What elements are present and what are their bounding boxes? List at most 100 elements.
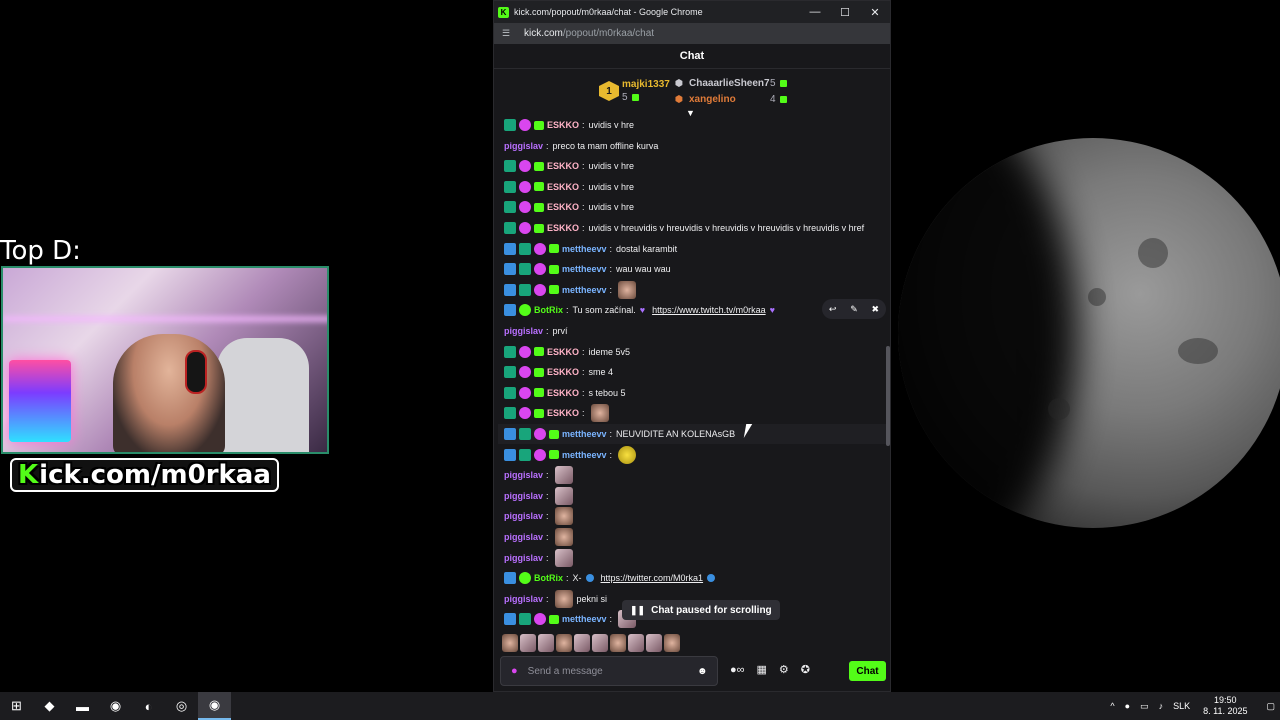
chat-username[interactable]: ESKKO — [547, 223, 579, 233]
file-explorer-icon[interactable]: ▬ — [66, 692, 99, 720]
emote-image[interactable] — [554, 486, 573, 505]
expand-leaderboard-icon[interactable]: ▼ — [686, 108, 695, 118]
chat-input-box[interactable]: ● ☻ — [500, 656, 718, 686]
kick-coins-icon[interactable]: ●∞ — [730, 664, 745, 676]
chat-message[interactable]: piggislav: — [504, 527, 573, 547]
leader-second-name[interactable]: ChaaarlieSheen7 — [689, 78, 770, 89]
chat-message[interactable]: ESKKO: uvidis v hre — [504, 197, 634, 217]
chat-username[interactable]: piggislav — [504, 491, 543, 501]
chat-message-list[interactable]: ESKKO: uvidis v hre piggislav: preco ta mam… — [494, 119, 890, 631]
chat-scrollbar[interactable] — [886, 346, 890, 446]
chat-message[interactable]: ESKKO: uvidis v hreuvidis v hreuvidis v h… — [504, 218, 864, 238]
chat-message[interactable]: mettheevv: — [504, 280, 637, 300]
recent-emote[interactable] — [538, 634, 554, 652]
obs-icon[interactable]: ◎ — [165, 692, 198, 720]
chat-message[interactable]: mettheevv: — [504, 445, 637, 465]
giveaway-icon[interactable]: ✪ — [801, 663, 810, 676]
chat-username[interactable]: ESKKO — [547, 202, 579, 212]
steam-icon[interactable]: ◐ — [132, 692, 165, 720]
notifications-icon[interactable]: ▢ — [1266, 701, 1275, 712]
network-icon[interactable]: ▭ — [1140, 701, 1149, 712]
recent-emote[interactable] — [592, 634, 608, 652]
app-icon[interactable]: ◆ — [33, 692, 66, 720]
chat-message[interactable]: ESKKO: uvidis v hre — [504, 119, 634, 135]
chat-message[interactable]: piggislav: prví — [504, 321, 568, 341]
emote-image[interactable] — [554, 466, 573, 485]
chat-username[interactable]: ESKKO — [547, 408, 579, 418]
chat-username[interactable]: BotRix — [534, 573, 563, 583]
chat-message[interactable]: piggislav: — [504, 548, 573, 568]
reply-icon[interactable]: ↩ — [829, 304, 837, 315]
delete-icon[interactable]: ✖ — [872, 304, 880, 315]
clock[interactable]: 19:50 8. 11. 2025 — [1203, 695, 1247, 717]
recent-emote[interactable] — [628, 634, 644, 652]
chat-message[interactable]: ESKKO: — [504, 403, 609, 423]
chat-paused-banner[interactable]: ❚❚ Chat paused for scrolling — [622, 600, 780, 620]
recent-emote[interactable] — [556, 634, 572, 652]
leader-first-name[interactable]: majki1337 — [622, 79, 670, 90]
chat-message[interactable]: BotRix: X-https://twitter.com/M0rka1 — [504, 568, 719, 588]
emote-image[interactable] — [554, 589, 573, 608]
chat-username[interactable]: ESKKO — [547, 120, 579, 130]
chat-message[interactable]: mettheevv: — [504, 609, 637, 629]
chat-message[interactable]: piggislav: — [504, 506, 573, 526]
chat-username[interactable]: ESKKO — [547, 367, 579, 377]
chat-username[interactable]: mettheevv — [562, 264, 607, 274]
chat-username[interactable]: ESKKO — [547, 347, 579, 357]
show-hidden-icons-icon[interactable]: ^ — [1110, 701, 1114, 711]
recent-emote[interactable] — [574, 634, 590, 652]
chat-username[interactable]: piggislav — [504, 532, 543, 542]
close-button[interactable]: ✕ — [860, 6, 890, 19]
chat-username[interactable]: mettheevv — [562, 429, 607, 439]
recent-emote[interactable] — [610, 634, 626, 652]
chrome-icon[interactable]: ◉ — [99, 692, 132, 720]
chat-input[interactable] — [527, 665, 697, 677]
chat-link[interactable]: https://www.twitch.tv/m0rkaa — [652, 305, 766, 315]
chat-username[interactable]: piggislav — [504, 553, 543, 563]
chat-link[interactable]: https://twitter.com/M0rka1 — [601, 573, 704, 583]
chat-username[interactable]: piggislav — [504, 326, 543, 336]
chat-username[interactable]: ESKKO — [547, 161, 579, 171]
chat-message[interactable]: mettheevv: NEUVIDITE AN KOLENAsGB — [498, 424, 886, 444]
recent-emote[interactable] — [520, 634, 536, 652]
chat-message[interactable]: ESKKO: uvidis v hre — [504, 156, 634, 176]
chat-message[interactable]: piggislav: preco ta mam offline kurva — [504, 136, 658, 156]
address-bar[interactable]: ☰ kick.com/popout/m0rkaa/chat — [494, 23, 890, 44]
chat-message[interactable]: ESKKO: sme 4 — [504, 362, 613, 382]
chat-message[interactable]: ESKKO: ideme 5v5 — [504, 342, 630, 362]
chat-username[interactable]: mettheevv — [562, 285, 607, 295]
chat-username[interactable]: piggislav — [504, 594, 543, 604]
settings-gear-icon[interactable]: ⚙ — [779, 663, 789, 676]
chat-message[interactable]: ESKKO: uvidis v hre — [504, 177, 634, 197]
chat-message[interactable]: mettheevv: dostal karambit — [504, 239, 677, 259]
emote-image[interactable] — [554, 548, 573, 567]
maximize-button[interactable]: ☐ — [830, 6, 860, 19]
chat-username[interactable]: mettheevv — [562, 244, 607, 254]
chat-message[interactable]: mettheevv: wau wau wau — [504, 259, 671, 279]
microphone-icon[interactable]: ● — [511, 665, 518, 677]
minimize-button[interactable]: — — [800, 6, 830, 18]
chrome-active-icon[interactable]: ◉ — [198, 692, 231, 720]
chat-username[interactable]: piggislav — [504, 141, 543, 151]
emote-image[interactable] — [554, 528, 573, 546]
chat-message[interactable]: piggislav: — [504, 465, 573, 485]
emote-image[interactable] — [590, 404, 609, 423]
microphone-tray-icon[interactable]: ● — [1125, 701, 1130, 711]
emote-image[interactable] — [554, 507, 573, 526]
recent-emote[interactable] — [664, 634, 680, 652]
chat-username[interactable]: piggislav — [504, 470, 543, 480]
site-settings-icon[interactable]: ☰ — [502, 28, 514, 39]
chat-username[interactable]: ESKKO — [547, 388, 579, 398]
pin-icon[interactable]: ✎ — [850, 304, 858, 315]
chat-username[interactable]: piggislav — [504, 511, 543, 521]
send-chat-button[interactable]: Chat — [849, 661, 886, 681]
volume-icon[interactable]: ♪ — [1159, 701, 1164, 711]
store-icon[interactable]: ▦ — [757, 663, 767, 676]
emote-image[interactable] — [618, 280, 637, 299]
chat-username[interactable]: mettheevv — [562, 614, 607, 624]
recent-emote[interactable] — [502, 634, 518, 652]
chat-message[interactable]: ESKKO: s tebou 5 — [504, 383, 626, 403]
emote-image[interactable] — [618, 445, 637, 464]
chat-username[interactable]: mettheevv — [562, 450, 607, 460]
chat-username[interactable]: BotRix — [534, 305, 563, 315]
